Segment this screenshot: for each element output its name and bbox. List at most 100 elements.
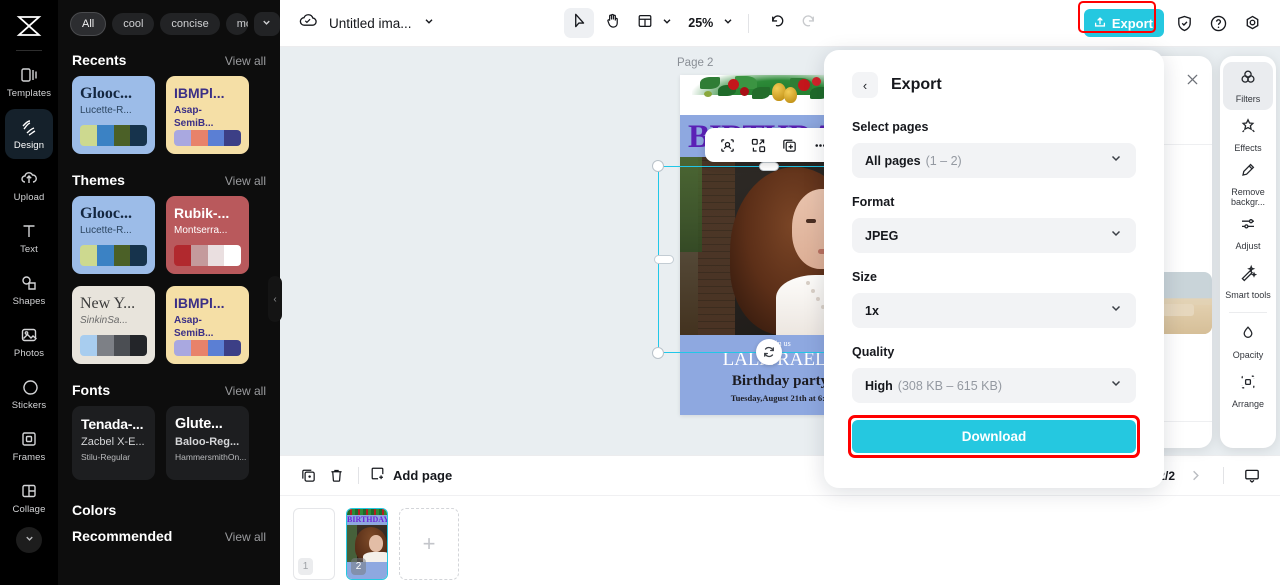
- add-page-button[interactable]: Add page: [369, 465, 452, 487]
- font-card-line2: Baloo-Reg...: [175, 436, 240, 448]
- view-all-link[interactable]: View all: [225, 530, 266, 544]
- next-page-button[interactable]: [1181, 462, 1209, 490]
- right-item-effects[interactable]: Effects: [1223, 111, 1273, 159]
- color-swatches: [80, 335, 147, 356]
- font-card-line3: Stilu-Regular: [81, 452, 131, 462]
- resize-handle-left[interactable]: [654, 255, 674, 264]
- right-item-arrange[interactable]: Arrange: [1223, 367, 1273, 415]
- adjust-sliders-icon: [1239, 215, 1257, 238]
- select-pages-dropdown[interactable]: All pages (1 – 2): [852, 143, 1136, 178]
- right-item-smart-tools[interactable]: Smart tools: [1223, 258, 1273, 306]
- card-subtitle: Montserra...: [174, 225, 228, 236]
- themes-cards-row2: New Y... SinkinSa... IBMPl... Asap-SemiB…: [58, 286, 280, 376]
- layout-icon-wrap[interactable]: [630, 8, 660, 38]
- right-item-label: Effects: [1234, 143, 1262, 153]
- shield-check-icon[interactable]: [1172, 10, 1198, 36]
- duplicate-page-icon[interactable]: [294, 462, 322, 490]
- card-title: New Y...: [80, 295, 136, 312]
- theme-card[interactable]: Glooc... Lucette-R...: [72, 196, 155, 274]
- export-button[interactable]: Export: [1083, 9, 1164, 37]
- view-all-link[interactable]: View all: [225, 174, 266, 188]
- panel-collapse-handle[interactable]: ‹: [268, 276, 282, 322]
- sidebar-item-upload[interactable]: Upload: [5, 161, 53, 211]
- close-icon[interactable]: [1185, 72, 1200, 92]
- font-card[interactable]: Glute... Baloo-Reg... HammersmithOn...: [166, 406, 249, 480]
- chip-more-partial[interactable]: mo: [225, 13, 248, 35]
- size-dropdown[interactable]: 1x: [852, 293, 1136, 328]
- layout-button[interactable]: [630, 8, 675, 38]
- export-panel: ‹ Export Select pages All pages (1 – 2) …: [824, 50, 1164, 488]
- add-thumbnail-button[interactable]: +: [399, 508, 459, 580]
- rail-more-button[interactable]: [16, 527, 42, 553]
- download-button[interactable]: Download: [852, 420, 1136, 453]
- arrange-icon: [1239, 373, 1257, 396]
- resize-handle-bottom-left[interactable]: [652, 347, 664, 359]
- page-thumbnail-2[interactable]: BIRTHDAY 2: [346, 508, 388, 580]
- photos-icon: [19, 325, 39, 345]
- format-dropdown[interactable]: JPEG: [852, 218, 1136, 253]
- right-item-opacity[interactable]: Opacity: [1223, 318, 1273, 366]
- sidebar-item-templates[interactable]: Templates: [5, 57, 53, 107]
- resize-handle-top[interactable]: [759, 162, 779, 171]
- font-card[interactable]: Tenada-... Zacbel X-E... Stilu-Regular: [72, 406, 155, 480]
- rail-divider: [16, 50, 42, 51]
- plus-icon: +: [422, 531, 436, 556]
- fonts-cards: Tenada-... Zacbel X-E... Stilu-Regular G…: [58, 406, 280, 492]
- export-back-button[interactable]: ‹: [852, 72, 878, 98]
- chip-concise[interactable]: concise: [160, 13, 220, 35]
- left-nav-rail: Templates Design Upload Text Shapes Phot…: [0, 0, 58, 585]
- color-swatches: [80, 245, 147, 266]
- view-all-link[interactable]: View all: [225, 384, 266, 398]
- zoom-control[interactable]: 25%: [678, 14, 736, 32]
- help-circle-icon[interactable]: [1206, 10, 1232, 36]
- chip-all[interactable]: All: [70, 12, 107, 36]
- topbar-right-group: Export: [1077, 1, 1266, 37]
- chevron-down-icon: [423, 14, 435, 32]
- chevron-left-icon: ‹: [862, 77, 868, 93]
- sidebar-item-shapes[interactable]: Shapes: [5, 265, 53, 315]
- theme-card[interactable]: IBMPl... Asap-SemiB...: [166, 76, 249, 154]
- sidebar-item-stickers[interactable]: Stickers: [5, 369, 53, 419]
- view-all-link[interactable]: View all: [225, 54, 266, 68]
- section-title: Recents: [72, 52, 127, 68]
- sidebar-item-photos[interactable]: Photos: [5, 317, 53, 367]
- theme-card[interactable]: IBMPl... Asap-SemiB...: [166, 286, 249, 364]
- theme-card[interactable]: New Y... SinkinSa...: [72, 286, 155, 364]
- page-thumbnail-strip: 1 BIRTHDAY 2 +: [280, 496, 1280, 580]
- document-name-button[interactable]: Untitled ima...: [299, 13, 435, 33]
- theme-card[interactable]: Glooc... Lucette-R...: [72, 76, 155, 154]
- undo-button[interactable]: [761, 8, 791, 38]
- sidebar-item-design[interactable]: Design: [5, 109, 53, 159]
- chips-expand-button[interactable]: [253, 12, 280, 36]
- sidebar-item-collage[interactable]: Collage: [5, 473, 53, 523]
- right-item-label: Opacity: [1232, 350, 1264, 360]
- select-tool-button[interactable]: [564, 8, 595, 38]
- present-icon[interactable]: [1238, 462, 1266, 490]
- font-card-line1: Tenada-...: [81, 416, 144, 432]
- chevron-down-icon: [1109, 151, 1123, 170]
- right-item-filters[interactable]: Filters: [1223, 62, 1273, 110]
- theme-card[interactable]: Rubik-... Montserra...: [166, 196, 249, 274]
- redo-button[interactable]: [794, 8, 824, 38]
- rotate-handle-icon[interactable]: [756, 339, 782, 365]
- section-header-themes: Themes View all: [58, 166, 280, 196]
- chip-cool[interactable]: cool: [112, 13, 155, 35]
- cutout-icon[interactable]: [714, 132, 741, 159]
- trash-icon[interactable]: [322, 462, 350, 490]
- replace-icon[interactable]: [745, 132, 772, 159]
- color-swatches: [174, 130, 241, 146]
- sidebar-item-frames[interactable]: Frames: [5, 421, 53, 471]
- capcut-logo-icon[interactable]: [9, 8, 49, 44]
- settings-gear-icon[interactable]: [1240, 10, 1266, 36]
- resize-handle-top-left[interactable]: [652, 160, 664, 172]
- text-icon: [19, 221, 39, 241]
- sidebar-label: Design: [13, 140, 45, 151]
- remove-background-icon: [1239, 161, 1257, 184]
- hand-tool-button[interactable]: [597, 8, 627, 38]
- quality-dropdown[interactable]: High (308 KB – 615 KB): [852, 368, 1136, 403]
- right-item-remove-background[interactable]: Remove backgr...: [1223, 160, 1273, 208]
- duplicate-icon[interactable]: [776, 132, 803, 159]
- right-item-adjust[interactable]: Adjust: [1223, 209, 1273, 257]
- page-thumbnail-1[interactable]: 1: [293, 508, 335, 580]
- sidebar-item-text[interactable]: Text: [5, 213, 53, 263]
